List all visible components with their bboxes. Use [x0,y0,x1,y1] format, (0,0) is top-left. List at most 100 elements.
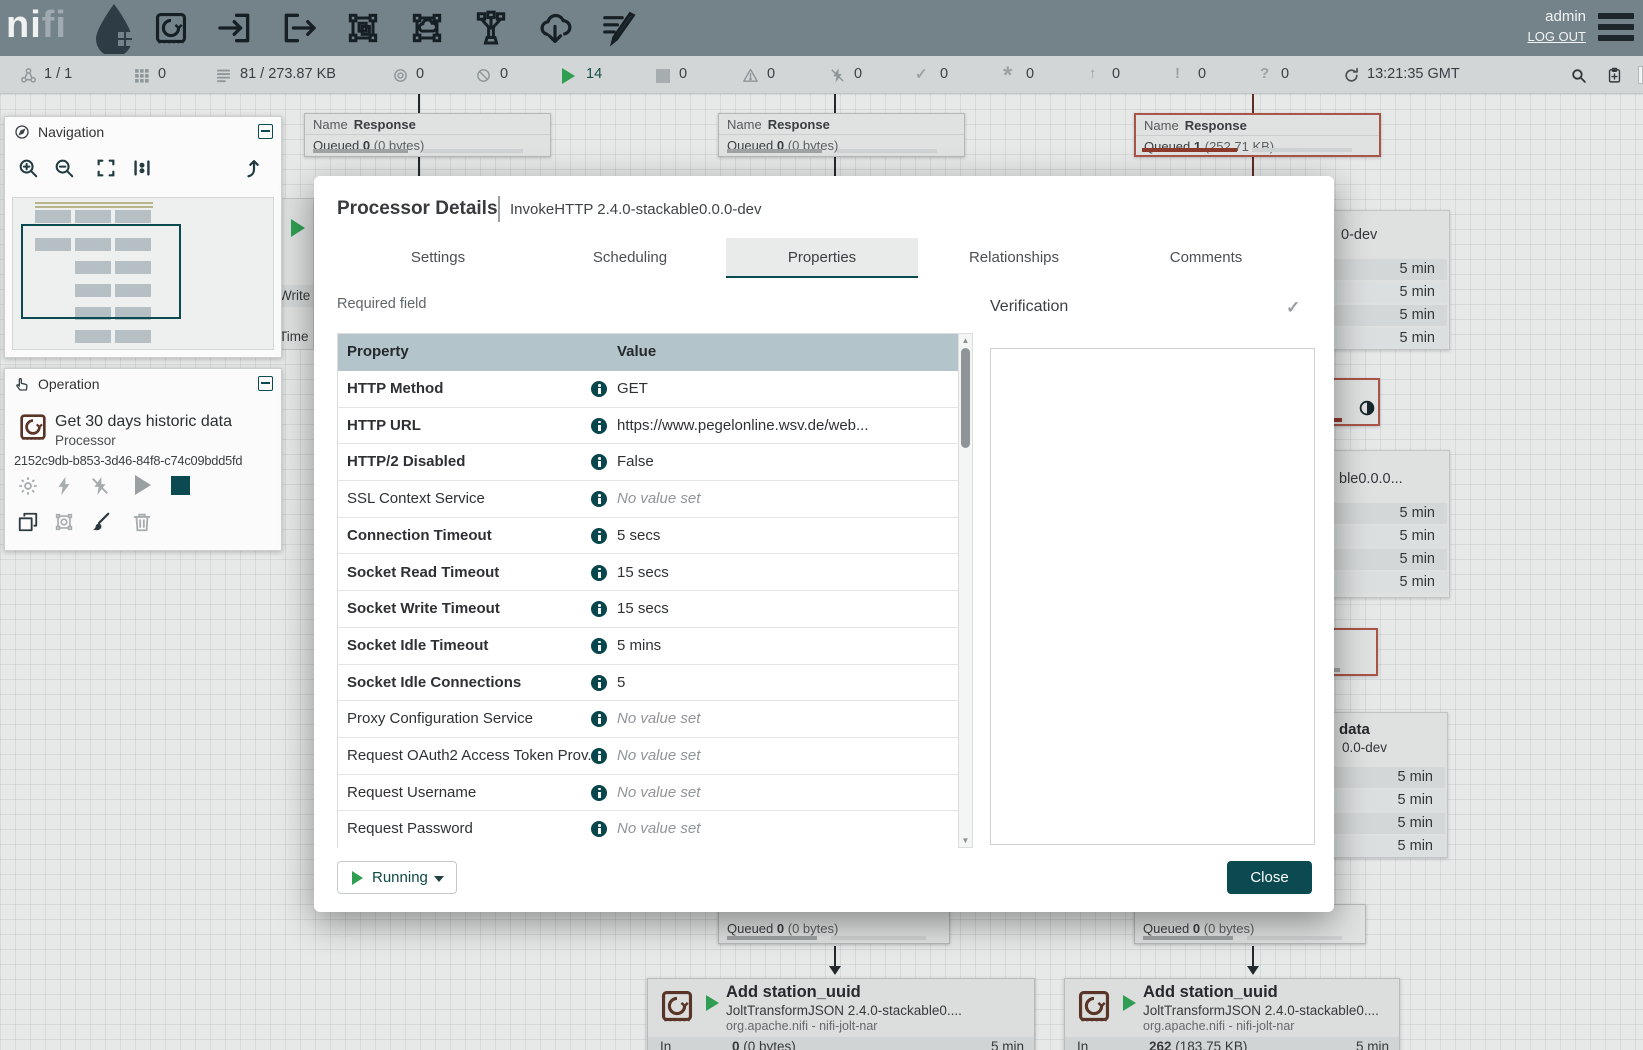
properties-table: Property Value HTTP MethodGET HTTP URLht… [337,333,973,848]
status-bar: 1 / 1 0 81 / 273.87 KB 0 0 14 0 0 0 ✓ 0 … [0,56,1643,94]
operation-panel-header[interactable]: Operation [5,369,281,399]
tab-comments[interactable]: Comments [1110,238,1302,278]
up-to-date-icon: ✓ [915,65,928,83]
property-row[interactable]: Socket Write Timeout15 secs [338,591,958,628]
close-button[interactable]: Close [1227,861,1312,894]
property-row[interactable]: HTTP/2 DisabledFalse [338,444,958,481]
search-icon[interactable] [1570,67,1587,84]
tab-settings[interactable]: Settings [342,238,534,278]
settings-icon[interactable] [1638,66,1643,84]
jump-to-parent-icon[interactable] [243,157,265,179]
info-icon[interactable] [591,454,607,470]
property-column-header: Property [347,343,409,360]
nifi-logo: nifi [6,4,67,47]
queue-progress [837,149,937,153]
info-icon[interactable] [591,785,607,801]
process-group-toolbar-icon[interactable] [344,9,382,47]
property-row[interactable]: Request PasswordNo value set [338,811,958,848]
processor-details-dialog: Processor Details InvokeHTTP 2.4.0-stack… [314,176,1334,912]
info-icon[interactable] [591,418,607,434]
disabled-icon [829,67,846,84]
zoom-fit-icon[interactable] [95,157,117,179]
collapse-icon[interactable] [258,124,273,139]
scroll-up-icon[interactable]: ▲ [959,336,972,345]
zoom-out-icon[interactable] [53,157,75,179]
value-column-header: Value [617,343,656,360]
zoom-in-icon[interactable] [17,157,39,179]
table-scrollbar[interactable]: ▲ ▼ [958,334,972,847]
sync-failure-icon: ? [1260,65,1269,82]
processor[interactable]: Add station_uuid JoltTransformJSON 2.4.0… [1064,978,1400,1050]
collapse-icon[interactable] [258,376,273,391]
tab-scheduling[interactable]: Scheduling [534,238,726,278]
verification-results-box [990,348,1315,845]
run-status-dropdown[interactable]: Running [337,861,457,894]
clipboard-icon[interactable] [1606,67,1623,84]
configure-icon[interactable] [17,475,39,497]
property-row[interactable]: Connection Timeout5 secs [338,518,958,555]
property-row[interactable]: Request UsernameNo value set [338,775,958,812]
property-row[interactable]: Socket Idle Connections5 [338,665,958,702]
info-icon[interactable] [591,565,607,581]
info-icon[interactable] [591,675,607,691]
connection-label[interactable]: NameResponse Queued 0 (0 bytes) [718,113,965,157]
input-port-toolbar-icon[interactable] [216,9,254,47]
zoom-actual-size-icon[interactable] [131,157,153,179]
info-icon[interactable] [591,748,607,764]
info-icon[interactable] [591,638,607,654]
property-row[interactable]: Socket Read Timeout15 secs [338,555,958,592]
enable-icon[interactable] [53,475,75,497]
navigation-panel-header[interactable]: Navigation [5,117,281,147]
locally-modified-stale-icon: ! [1175,65,1180,82]
delete-icon[interactable] [131,511,153,533]
property-row[interactable]: HTTP URLhttps://www.pegelonline.wsv.de/w… [338,408,958,445]
label-toolbar-icon[interactable] [600,9,638,47]
property-row[interactable]: SSL Context ServiceNo value set [338,481,958,518]
info-icon[interactable] [591,711,607,727]
start-icon[interactable] [135,475,151,495]
template-toolbar-icon[interactable] [536,9,574,47]
property-row[interactable]: Proxy Configuration ServiceNo value set [338,701,958,738]
minimap-block [75,210,111,223]
tab-relationships[interactable]: Relationships [918,238,1110,278]
scrollbar-thumb[interactable] [961,348,970,448]
property-row[interactable]: Socket Idle Timeout5 mins [338,628,958,665]
scroll-down-icon[interactable]: ▼ [959,836,972,845]
group-icon[interactable] [53,511,75,533]
processor[interactable]: Add station_uuid JoltTransformJSON 2.4.0… [647,978,1035,1050]
color-icon[interactable] [89,511,111,533]
property-row[interactable]: Request OAuth2 Access Token Prov...No va… [338,738,958,775]
connection-label-highlighted[interactable]: NameResponse Queued 1 (252.71 KB) [1134,113,1381,157]
info-icon[interactable] [591,528,607,544]
info-icon[interactable] [591,381,607,397]
logout-link[interactable]: LOG OUT [1527,29,1586,44]
tab-properties[interactable]: Properties [726,238,918,278]
property-row[interactable]: HTTP MethodGET [338,371,958,408]
refresh-icon[interactable] [1343,67,1360,84]
funnel-toolbar-icon[interactable] [472,9,510,47]
processor-name: Add station_uuid [1143,983,1278,1002]
stop-icon[interactable] [171,476,190,495]
verification-label: Verification [990,298,1068,316]
info-icon[interactable] [591,821,607,837]
verification-check-icon[interactable]: ✓ [1286,298,1300,318]
output-port-toolbar-icon[interactable] [280,9,318,47]
info-icon[interactable] [591,601,607,617]
dialog-subtitle: InvokeHTTP 2.4.0-stackable0.0.0-dev [510,201,762,218]
global-menu-icon[interactable] [1598,13,1634,42]
cluster-icon [20,67,37,84]
queue-progress [727,149,822,153]
remote-process-group-toolbar-icon[interactable] [408,9,446,47]
info-icon[interactable] [591,491,607,507]
transmitting-count: 0 [416,66,424,82]
queue-progress [423,149,523,153]
minimap[interactable] [12,197,274,350]
compass-icon [14,124,30,140]
locally-modified-stale-count: 0 [1198,66,1206,82]
queue-progress [313,149,408,153]
disable-icon[interactable] [89,475,111,497]
processor-toolbar-icon[interactable] [152,9,190,47]
connection-label[interactable]: NameResponse Queued 0 (0 bytes) [304,113,551,157]
copy-icon[interactable] [17,511,39,533]
minimap-viewport[interactable] [21,224,181,319]
